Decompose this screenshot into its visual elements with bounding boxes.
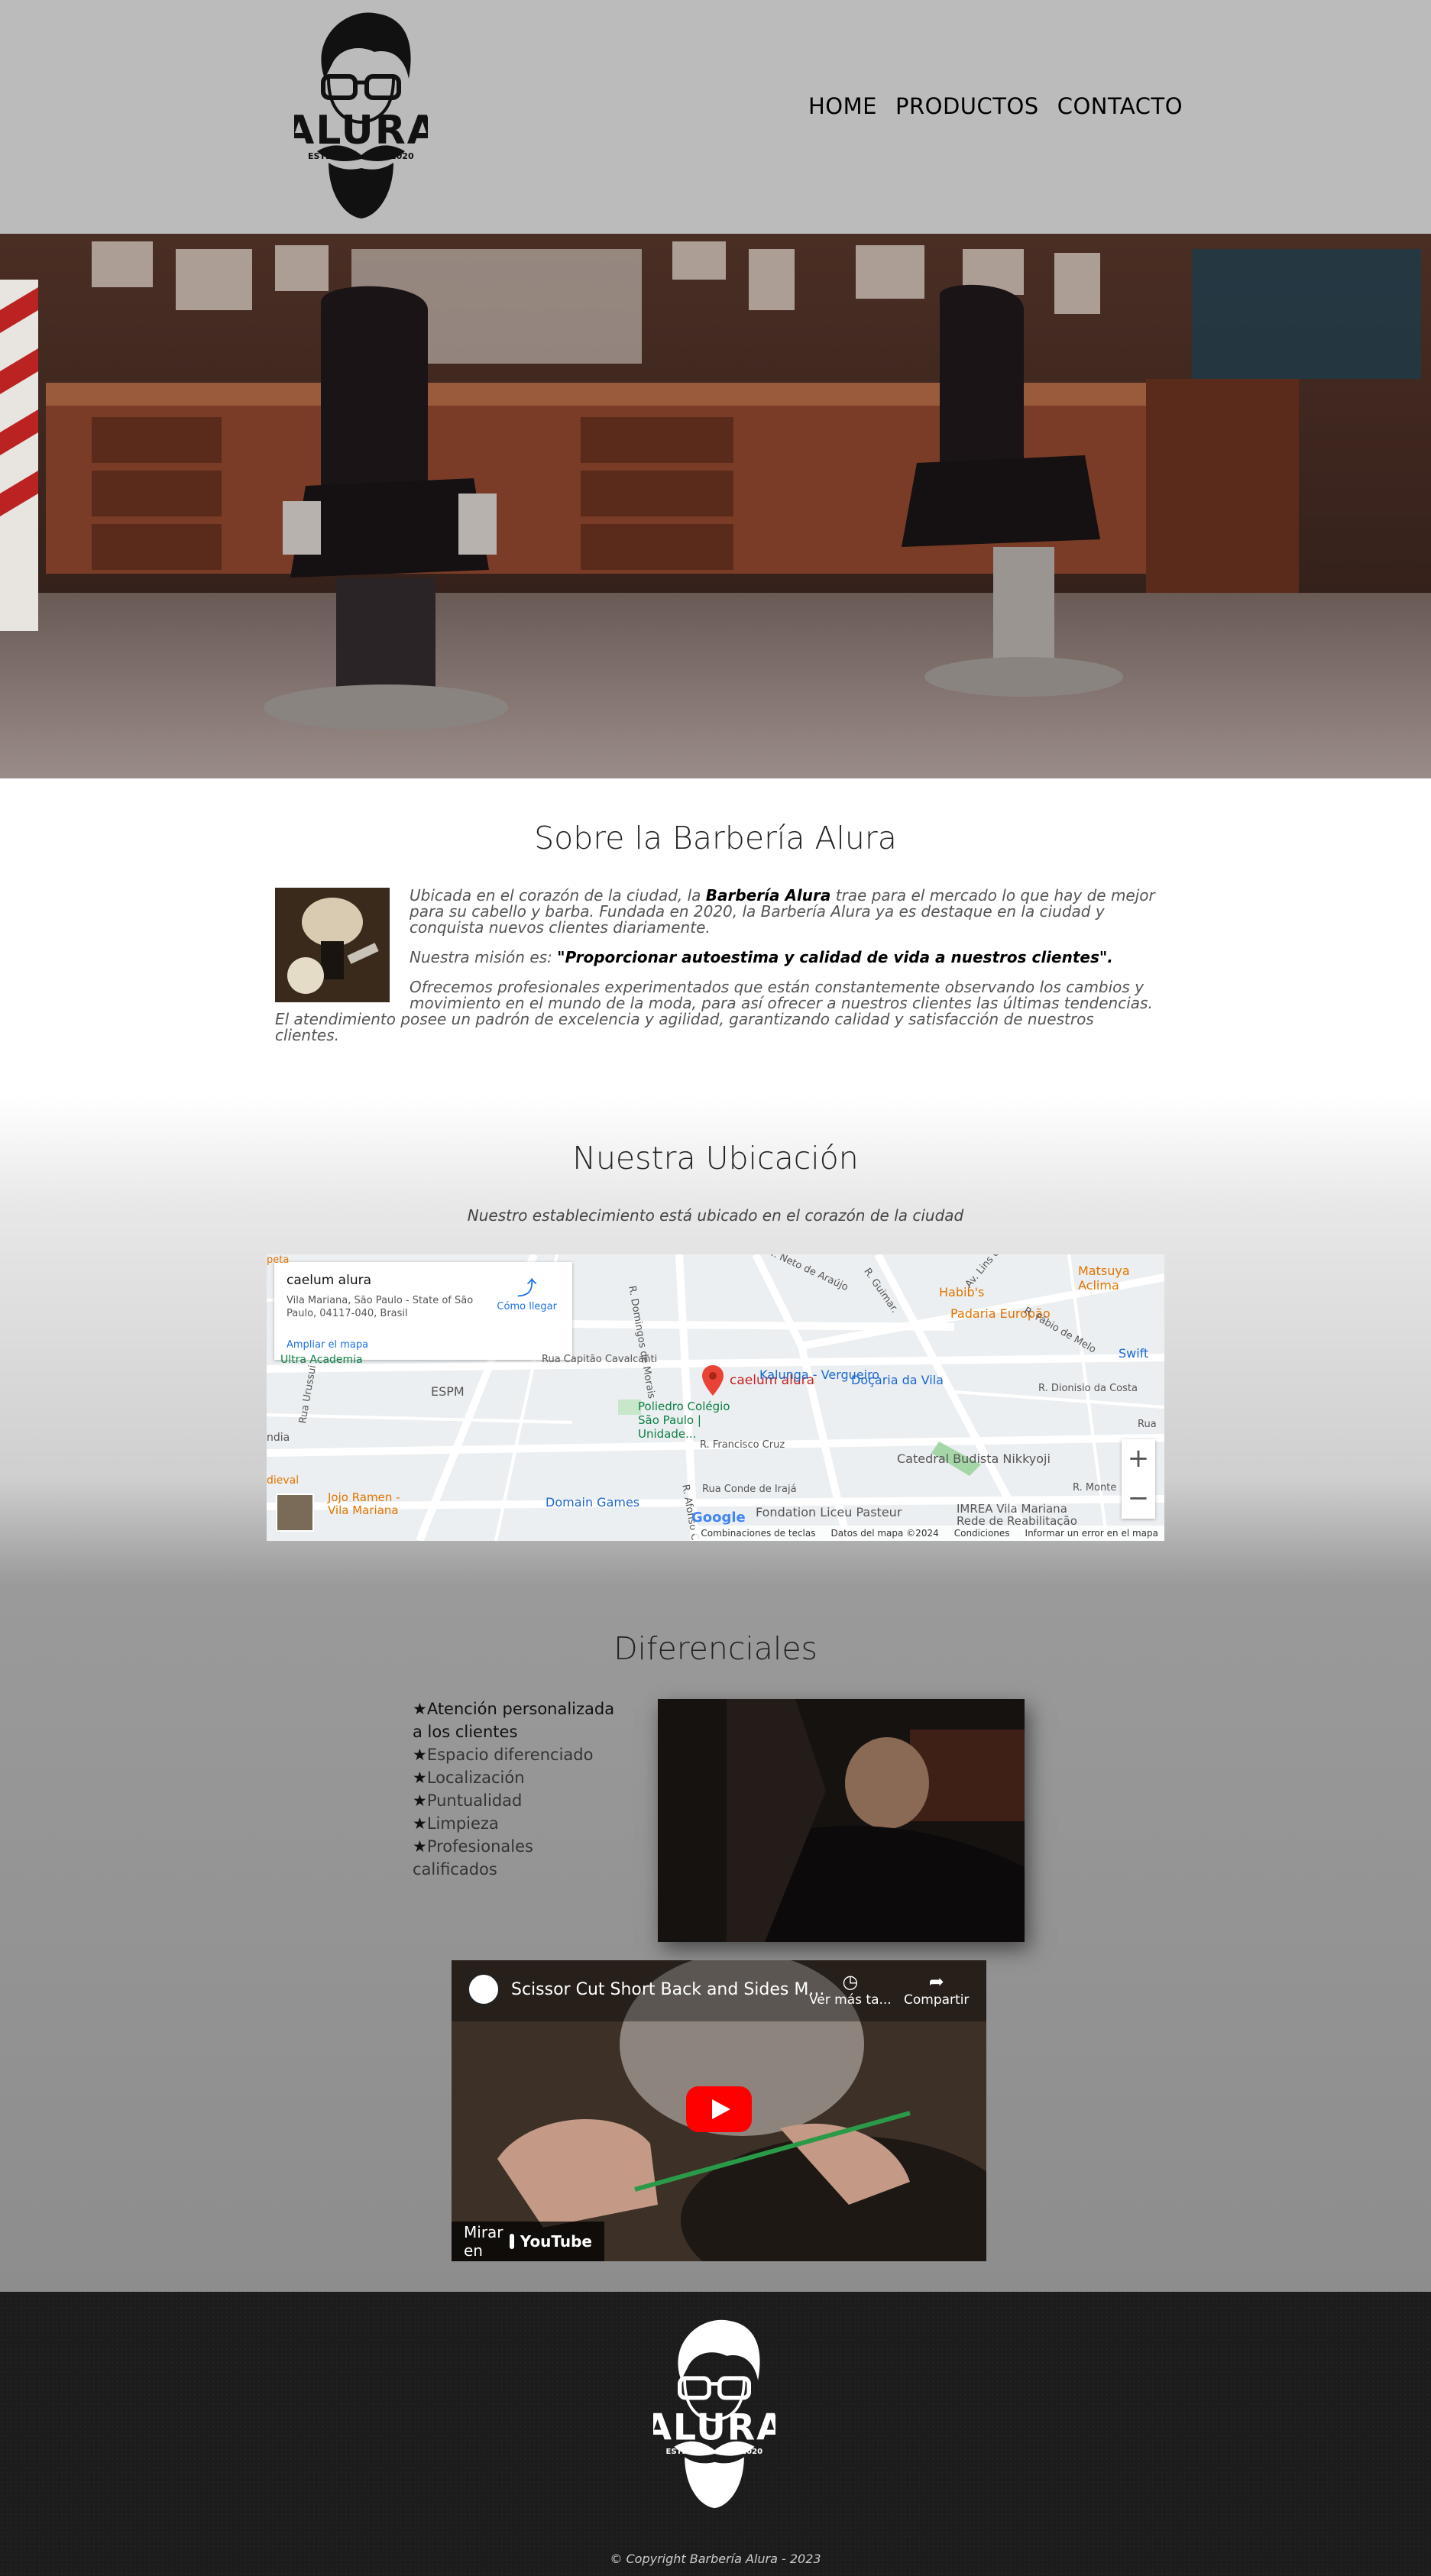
zoom-in-button[interactable]: + [1122, 1439, 1155, 1479]
share-button[interactable]: ➦ Compartir [904, 1971, 969, 2008]
map-footer-data: Datos del mapa ©2024 [830, 1528, 939, 1539]
diferenciales-list: Atención personalizada a los clientes Es… [413, 1697, 619, 1881]
svg-text:ALURA: ALURA [294, 108, 428, 154]
poi-espm: ESPM [431, 1384, 465, 1399]
svg-text:ALURA: ALURA [653, 2407, 775, 2449]
list-item: Atención personalizada a los clientes [413, 1697, 619, 1743]
street-monte: R. Monte [1073, 1482, 1117, 1493]
mission-quote: "Proporcionar autoestima y calidad de vi… [557, 948, 1113, 966]
enlarge-map-link[interactable]: Ampliar el mapa [287, 1339, 368, 1351]
video-title[interactable]: Scissor Cut Short Back and Sides M... [511, 1980, 824, 1999]
poi-imrea: IMREA Vila Mariana Rede de Reabilitação [957, 1502, 1077, 1528]
poi-medieval: dieval [267, 1474, 299, 1487]
poi-domain: Domain Games [546, 1495, 640, 1510]
location-title: Nuestra Ubicación [572, 1140, 859, 1176]
youtube-video-embed[interactable]: Scissor Cut Short Back and Sides M... ◷ … [452, 1960, 986, 2261]
street-rua: Rua [1138, 1419, 1157, 1430]
list-item: Localización [413, 1766, 619, 1789]
hero-barbershop-image [0, 234, 1431, 778]
copyright-text: © Copyright Barbería Alura - 2023 [610, 2552, 821, 2566]
poi-habibs: Habib's [939, 1285, 985, 1299]
main-nav: HOME PRODUCTOS CONTACTO [808, 93, 1183, 119]
site-header: ALURA ESTD 2020 HOME PRODUCTOS CONTACTO [0, 0, 1431, 234]
youtube-play-icon [509, 2234, 514, 2249]
directions-icon: ⤴ [516, 1277, 537, 1300]
poi-matsuya: Matsuya Aclima [1078, 1264, 1130, 1293]
clock-icon: ◷ [842, 1971, 859, 1992]
google-map[interactable]: caelum alura Vila Mariana, São Paulo - S… [267, 1254, 1164, 1541]
about-section: Ubicada en el corazón de la ciudad, la B… [275, 886, 1155, 1044]
map-zoom-controls: + − [1122, 1439, 1155, 1519]
poi-swift: Swift [1119, 1346, 1149, 1361]
share-icon: ➦ [928, 1971, 944, 1992]
site-footer: ALURA ESTD 2020 [0, 2292, 1431, 2576]
map-info-card: caelum alura Vila Mariana, São Paulo - S… [274, 1262, 572, 1360]
footer-alura-logo: ALURA ESTD 2020 [653, 2319, 775, 2509]
poi-pet: peta [267, 1254, 290, 1266]
street-conde: Rua Conde de Irajá [702, 1484, 797, 1495]
poi-academia: Ultra Academia [280, 1354, 363, 1366]
diferenciales-title: Diferenciales [614, 1630, 817, 1667]
list-item: Espacio diferenciado [413, 1743, 619, 1766]
watch-on-youtube-button[interactable]: Mirar en YouTube [452, 2222, 604, 2261]
google-logo: Google [691, 1510, 746, 1526]
map-footer: Combinaciones de teclas Datos del mapa ©… [694, 1526, 1164, 1541]
street-francisco: R. Francisco Cruz [700, 1439, 785, 1451]
about-paragraph-3: Ofrecemos profesionales experimentados q… [275, 978, 1153, 1044]
map-layer-toggle[interactable] [276, 1493, 314, 1532]
location-subtitle: Nuestro establecimiento está ubicado en … [467, 1206, 964, 1225]
directions-button[interactable]: ⤴ Cómo llegar [497, 1273, 557, 1312]
poi-jojo: Jojo Ramen - Vila Mariana [328, 1490, 400, 1517]
map-footer-terms[interactable]: Condiciones [954, 1528, 1010, 1539]
nav-productos[interactable]: PRODUCTOS [895, 93, 1039, 119]
watch-later-button[interactable]: ◷ Ver más ta... [809, 1971, 892, 2008]
street-dionisio: R. Dionisio da Costa [1038, 1383, 1138, 1394]
list-item: Puntualidad [413, 1789, 619, 1812]
nav-contacto[interactable]: CONTACTO [1057, 93, 1183, 119]
list-item: Limpieza [413, 1812, 619, 1835]
poi-poliedro: Poliedro Colégio São Paulo | Unidade... [638, 1400, 730, 1441]
nav-home[interactable]: HOME [808, 93, 877, 119]
map-marker-icon[interactable] [702, 1365, 724, 1396]
map-footer-report[interactable]: Informar un error en el mapa [1025, 1528, 1158, 1539]
zoom-out-button[interactable]: − [1122, 1479, 1155, 1519]
shaving-brush-image [275, 888, 390, 1002]
map-address: Vila Mariana, São Paulo - State of São P… [287, 1295, 474, 1319]
alura-logo[interactable]: ALURA ESTD 2020 [294, 6, 428, 220]
channel-avatar[interactable] [467, 1972, 500, 2006]
about-title: Sobre la Barbería Alura [534, 820, 897, 856]
map-footer-shortcuts[interactable]: Combinaciones de teclas [701, 1528, 815, 1539]
poi-fondation: Fondation Liceu Pasteur [756, 1505, 902, 1519]
list-item: Profesionales calificados [413, 1835, 619, 1881]
poi-india: ndia [267, 1432, 290, 1444]
poi-docaria: Doçaria da Vila [851, 1373, 944, 1387]
play-button[interactable] [686, 2086, 752, 2132]
poi-catedral: Catedral Budista Nikkyoji [897, 1451, 1051, 1466]
barber-shaving-image [658, 1699, 1025, 1942]
